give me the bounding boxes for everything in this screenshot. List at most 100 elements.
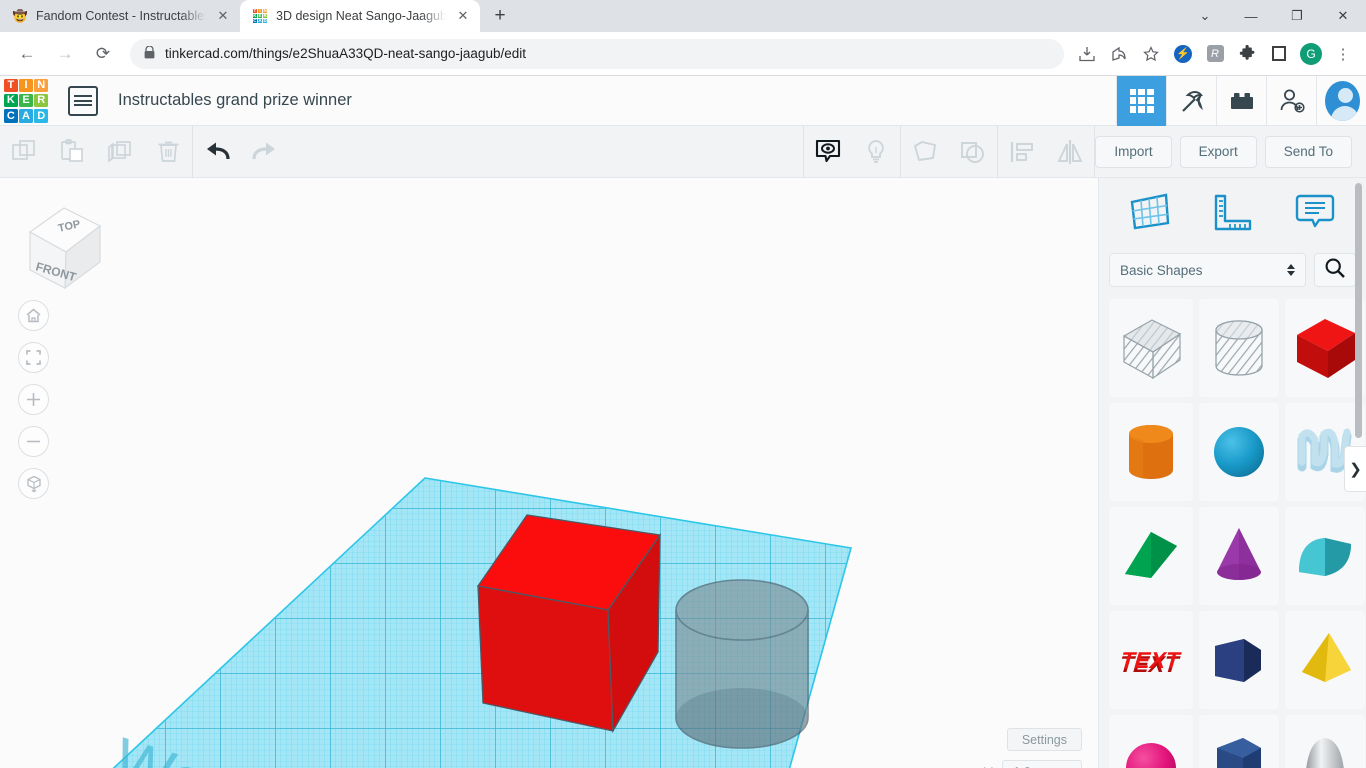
box-shape[interactable] xyxy=(1285,299,1365,397)
shape-category-select[interactable]: Basic Shapes xyxy=(1109,253,1306,287)
profile-avatar[interactable]: G xyxy=(1296,39,1326,69)
search-button[interactable] xyxy=(1314,253,1356,287)
snap-grid-label: Snap Grid xyxy=(935,765,994,768)
visibility-tool-group xyxy=(804,126,900,178)
view-cube[interactable]: TOP FRONT xyxy=(20,200,106,292)
undo-button[interactable] xyxy=(193,126,241,178)
tinkercad-toolbar: Import Export Send To xyxy=(0,126,1366,178)
paraboloid-shape[interactable] xyxy=(1285,715,1365,768)
tinker-3d-icon[interactable] xyxy=(1116,76,1166,126)
extension-lightning-icon[interactable]: ⚡ xyxy=(1168,39,1198,69)
snap-grid-select[interactable]: 1.0 mm ▲ xyxy=(1002,760,1082,768)
collapse-panel-button[interactable]: ❯ xyxy=(1344,446,1366,492)
mirror-button[interactable] xyxy=(1046,126,1094,178)
ruler-tab[interactable] xyxy=(1204,187,1260,237)
hemisphere-shape[interactable] xyxy=(1109,715,1193,768)
panel-tab-group xyxy=(1099,178,1366,245)
zoom-in-button[interactable] xyxy=(18,384,49,415)
window-controls: ⌄ — ❐ ✕ xyxy=(1182,0,1366,32)
delete-button[interactable] xyxy=(144,126,192,178)
editor-body: Workplane TOP FRON xyxy=(0,178,1366,768)
download-icon[interactable] xyxy=(1072,39,1102,69)
address-bar[interactable]: tinkercad.com/things/e2ShuaA33QD-neat-sa… xyxy=(130,39,1064,69)
sphere-shape[interactable] xyxy=(1199,403,1279,501)
send-to-button[interactable]: Send To xyxy=(1265,136,1352,168)
close-button[interactable]: ✕ xyxy=(1320,0,1366,32)
box-hole-shape[interactable] xyxy=(1109,299,1193,397)
new-tab-button[interactable]: + xyxy=(486,2,514,30)
browser-tab-1-close-icon[interactable]: ✕ xyxy=(214,7,232,25)
redo-button[interactable] xyxy=(241,126,289,178)
logo-tile-a: A xyxy=(19,109,33,123)
show-hide-button[interactable] xyxy=(804,126,852,178)
group-tool-group xyxy=(901,126,997,178)
cone-shape[interactable] xyxy=(1199,507,1279,605)
chrome-menu-icon[interactable]: ⋮ xyxy=(1328,39,1358,69)
text-shape[interactable]: TEXT TEXT xyxy=(1109,611,1193,709)
tab-search-button[interactable]: ⌄ xyxy=(1182,0,1228,32)
panel-scrollbar-thumb[interactable] xyxy=(1355,183,1362,438)
pyramid-shape[interactable] xyxy=(1285,611,1365,709)
roundedroof-shape[interactable] xyxy=(1285,507,1365,605)
polygon-box-shape[interactable] xyxy=(1199,611,1279,709)
browser-toolbar-icons: ⚡ R G ⋮ xyxy=(1072,39,1358,69)
align-button[interactable] xyxy=(998,126,1046,178)
canvas-bottom-controls: Settings Snap Grid 1.0 mm ▲ xyxy=(935,728,1082,768)
browser-tab-2-title: 3D design Neat Sango-Jaagub | T xyxy=(276,9,446,23)
group-button[interactable] xyxy=(901,126,949,178)
wedge-shape[interactable] xyxy=(1109,507,1193,605)
fit-view-button[interactable] xyxy=(18,342,49,373)
align-tool-group xyxy=(998,126,1094,178)
import-button[interactable]: Import xyxy=(1095,136,1171,168)
profile-initial: G xyxy=(1300,43,1322,65)
logo-tile-e: E xyxy=(19,94,33,108)
notes-tab[interactable] xyxy=(1287,187,1343,237)
page-title: Instructables grand prize winner xyxy=(118,91,352,110)
home-view-button[interactable] xyxy=(18,300,49,331)
cylinder-shape[interactable] xyxy=(1109,403,1193,501)
extensions-puzzle-icon[interactable] xyxy=(1232,39,1262,69)
share-icon[interactable] xyxy=(1104,39,1134,69)
brick-builder-icon[interactable] xyxy=(1216,76,1266,126)
sidepanel-icon[interactable] xyxy=(1264,39,1294,69)
codeblocks-pickaxe-icon[interactable] xyxy=(1166,76,1216,126)
design-list-icon[interactable] xyxy=(68,86,98,116)
browser-tab-1-title: Fandom Contest - Instructables xyxy=(36,9,206,23)
browser-tab-2-close-icon[interactable]: ✕ xyxy=(454,7,472,25)
ungroup-button[interactable] xyxy=(949,126,997,178)
paste-button[interactable] xyxy=(48,126,96,178)
logo-tile-k: K xyxy=(4,94,18,108)
copy-button[interactable] xyxy=(0,126,48,178)
maximize-button[interactable]: ❐ xyxy=(1274,0,1320,32)
browser-tab-2[interactable]: TIN KER CAD 3D design Neat Sango-Jaagub … xyxy=(240,0,480,32)
bookmark-star-icon[interactable] xyxy=(1136,39,1166,69)
tinkercad-logo[interactable]: T I N K E R C A D xyxy=(4,79,48,123)
edit-tool-group xyxy=(0,126,192,178)
minimize-button[interactable]: — xyxy=(1228,0,1274,32)
logo-tile-n: N xyxy=(34,79,48,93)
ortho-perspective-button[interactable] xyxy=(18,468,49,499)
user-avatar[interactable] xyxy=(1316,76,1366,126)
history-tool-group xyxy=(193,126,289,178)
instructables-icon: 🤠 xyxy=(12,8,28,24)
browser-tab-1[interactable]: 🤠 Fandom Contest - Instructables ✕ xyxy=(0,0,240,32)
logo-tile-t: T xyxy=(4,79,18,93)
cylinder-hole-shape[interactable] xyxy=(1199,299,1279,397)
tinkercad-header: T I N K E R C A D Instructables grand pr… xyxy=(0,76,1366,126)
workplane-tab[interactable] xyxy=(1122,187,1178,237)
settings-button[interactable]: Settings xyxy=(1007,728,1082,751)
invite-people-icon[interactable] xyxy=(1266,76,1316,126)
zoom-out-button[interactable] xyxy=(18,426,49,457)
light-bulb-button[interactable] xyxy=(852,126,900,178)
shapes-panel: Basic Shapes xyxy=(1098,178,1366,768)
design-canvas[interactable]: Workplane TOP FRON xyxy=(0,178,1098,768)
extension-r-icon[interactable]: R xyxy=(1200,39,1230,69)
export-button[interactable]: Export xyxy=(1180,136,1257,168)
reload-button[interactable]: ⟳ xyxy=(87,38,119,70)
back-button[interactable]: ← xyxy=(11,38,43,70)
hex-prism-shape[interactable] xyxy=(1199,715,1279,768)
lock-icon xyxy=(144,46,155,62)
forward-button[interactable]: → xyxy=(49,38,81,70)
duplicate-button[interactable] xyxy=(96,126,144,178)
hole-cylinder-object xyxy=(676,580,808,748)
